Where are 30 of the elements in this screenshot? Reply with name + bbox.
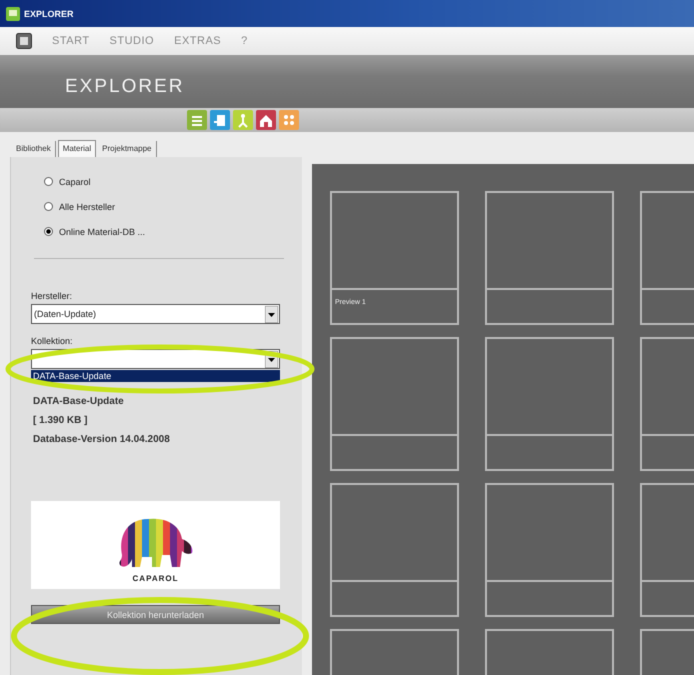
dropdown-arrow-icon[interactable] [265,306,278,322]
preview-tile[interactable] [330,483,459,617]
radio-label: Online Material-DB ... [59,226,146,236]
app-icon [6,6,20,20]
field-label: Hersteller: [31,291,74,301]
menu-item[interactable]: START [52,35,90,47]
window-title: EXPLORER [24,8,74,18]
radio-button[interactable] [44,202,53,211]
house-icon[interactable] [256,110,276,130]
dropdown[interactable]: (Daten-Update) [31,304,280,324]
preview-tile[interactable] [485,191,614,325]
radio-button[interactable] [44,177,53,186]
tab[interactable]: Material [58,140,96,157]
info-text: DATA-Base-Update [33,396,125,407]
preview-tile[interactable] [485,483,614,617]
dropdown-option[interactable]: DATA-Base-Update [31,370,280,382]
logo-text: CAPAROL [132,574,178,583]
list-icon[interactable] [187,110,207,130]
menu-item[interactable]: EXTRAS [174,35,222,47]
info-text: Database-Version 14.04.2008 [33,434,171,445]
radio-label: Alle Hersteller [59,202,116,212]
menu-item[interactable]: STUDIO [110,35,154,47]
info-text: [ 1.390 KB ] [33,415,88,426]
field-label: Kollektion: [31,336,74,346]
radio-button[interactable] [44,227,53,236]
banner-title: EXPLORER [65,76,184,98]
menu-item[interactable]: ? [241,35,248,47]
radio-label: Caparol [59,176,91,186]
preview-tile[interactable] [485,337,614,471]
preview-tile[interactable] [330,337,459,471]
